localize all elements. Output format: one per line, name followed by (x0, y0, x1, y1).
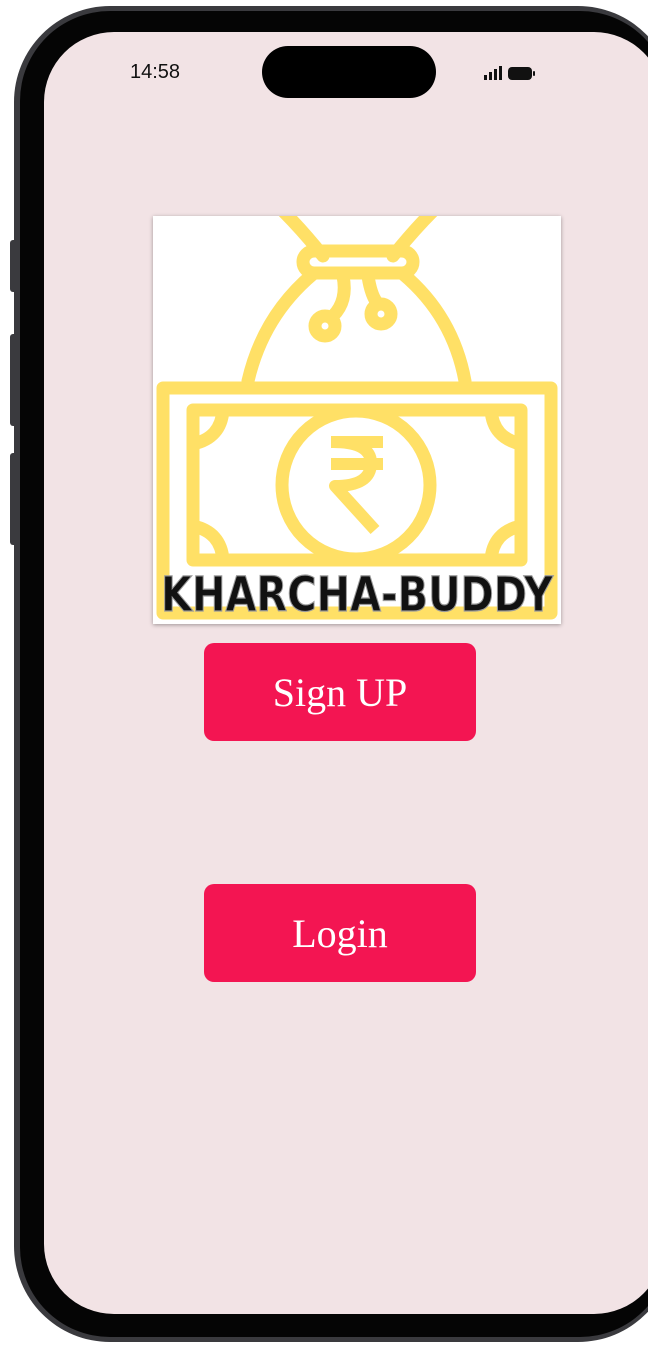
status-icons (484, 66, 535, 80)
volume-down-button (10, 453, 18, 545)
device-mockup: 14:58 KHARCHA-BUDDY Sign UP Login (0, 0, 648, 1346)
status-time: 14:58 (130, 61, 181, 83)
dynamic-island (262, 46, 436, 98)
sign-up-button[interactable]: Sign UP (204, 643, 476, 741)
money-bag-rupee-icon: KHARCHA-BUDDY (156, 216, 558, 624)
logo-brand-text: KHARCHA-BUDDY (161, 567, 554, 623)
app-screen: 14:58 KHARCHA-BUDDY Sign UP Login (44, 32, 648, 1314)
cellular-signal-icon (484, 66, 502, 80)
volume-up-button (10, 334, 18, 426)
login-button[interactable]: Login (204, 884, 476, 982)
action-button (10, 240, 18, 292)
app-logo: KHARCHA-BUDDY (153, 216, 561, 624)
battery-icon (508, 67, 535, 80)
